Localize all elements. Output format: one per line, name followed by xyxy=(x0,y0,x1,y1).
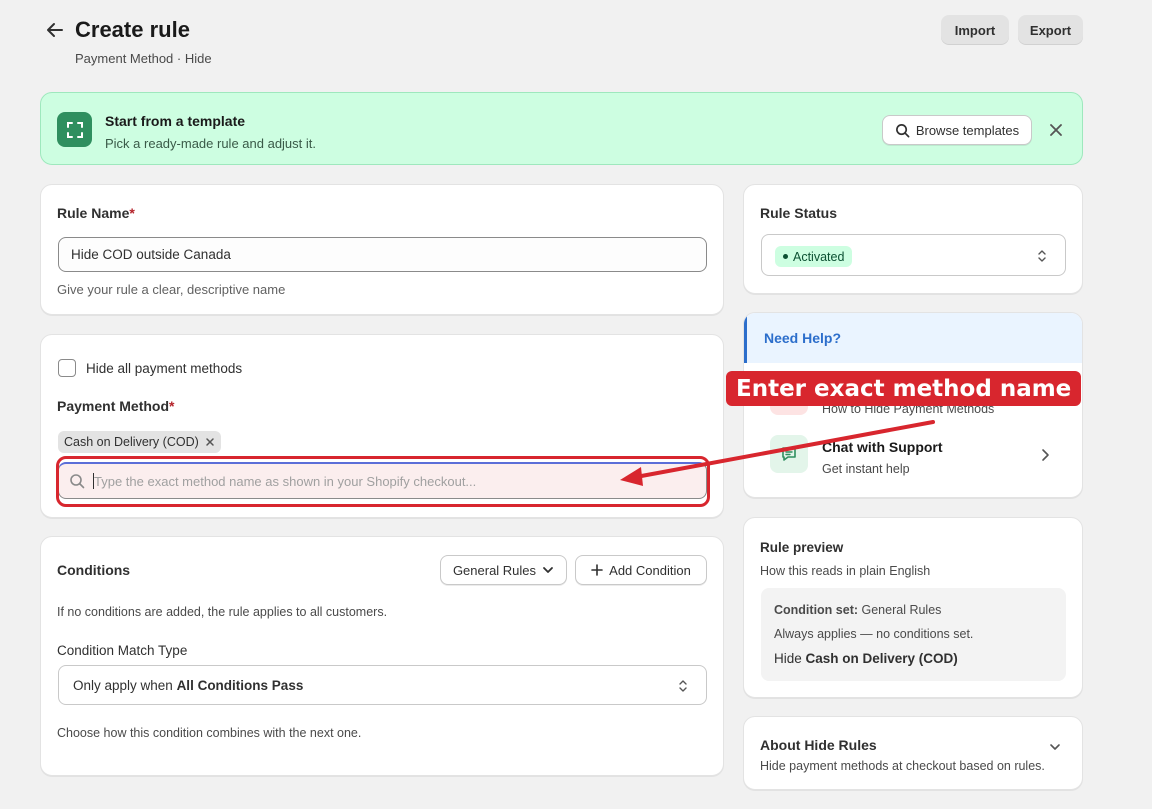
annotation-callout: Enter exact method name xyxy=(726,371,1082,406)
